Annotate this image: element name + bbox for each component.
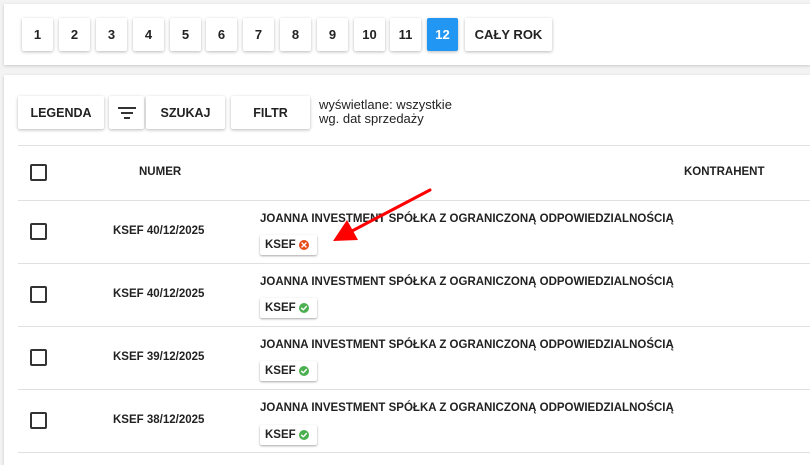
select-all-checkbox[interactable] [30, 164, 47, 181]
divider [18, 200, 810, 201]
check-icon [299, 366, 309, 376]
ksef-status-badge[interactable]: KSEF [260, 235, 317, 255]
invoice-number: KSEF 40/12/2025 [113, 288, 205, 300]
invoice-list-card: LEGENDA SZUKAJ FILTR wyświetlane: wszyst… [4, 75, 810, 465]
month-button-12[interactable]: 12 [427, 18, 458, 51]
full-year-button[interactable]: CAŁY ROK [465, 18, 552, 51]
month-button-11[interactable]: 11 [390, 18, 421, 51]
divider [18, 145, 810, 146]
month-selector-bar: 1 2 3 4 5 6 7 8 9 10 11 12 CAŁY ROK [4, 4, 810, 65]
row-checkbox[interactable] [30, 349, 47, 366]
month-button-4[interactable]: 4 [133, 18, 164, 51]
ksef-status-badge[interactable]: KSEF [260, 361, 317, 381]
badge-label: KSEF [265, 365, 296, 377]
ksef-status-badge[interactable]: KSEF [260, 425, 317, 445]
month-button-2[interactable]: 2 [59, 18, 90, 51]
divider [18, 452, 810, 453]
month-button-9[interactable]: 9 [317, 18, 348, 51]
divider [18, 326, 810, 327]
column-header-numer[interactable]: NUMER [139, 166, 181, 178]
counterparty-name: JOANNA INVESTMENT SPÓŁKA Z OGRANICZONĄ O… [260, 213, 674, 225]
counterparty-name: JOANNA INVESTMENT SPÓŁKA Z OGRANICZONĄ O… [260, 339, 674, 351]
month-button-6[interactable]: 6 [206, 18, 237, 51]
legend-button[interactable]: LEGENDA [18, 96, 104, 129]
month-button-5[interactable]: 5 [170, 18, 201, 51]
month-button-3[interactable]: 3 [96, 18, 127, 51]
filter-info: wyświetlane: wszystkie wg. dat sprzedaży [319, 98, 452, 126]
counterparty-name: JOANNA INVESTMENT SPÓŁKA Z OGRANICZONĄ O… [260, 276, 674, 288]
row-checkbox[interactable] [30, 412, 47, 429]
check-icon [299, 430, 309, 440]
month-button-1[interactable]: 1 [22, 18, 53, 51]
filter-info-date-basis: wg. dat sprzedaży [319, 111, 424, 126]
counterparty-name: JOANNA INVESTMENT SPÓŁKA Z OGRANICZONĄ O… [260, 402, 674, 414]
invoice-number: KSEF 39/12/2025 [113, 351, 205, 363]
badge-label: KSEF [265, 302, 296, 314]
invoice-number: KSEF 40/12/2025 [113, 225, 205, 237]
filter-list-icon [117, 106, 136, 119]
month-button-8[interactable]: 8 [280, 18, 311, 51]
divider [18, 263, 810, 264]
badge-label: KSEF [265, 429, 296, 441]
filter-info-scope: wyświetlane: wszystkie [319, 97, 452, 112]
month-button-7[interactable]: 7 [243, 18, 274, 51]
invoice-number: KSEF 38/12/2025 [113, 414, 205, 426]
ksef-status-badge[interactable]: KSEF [260, 298, 317, 318]
error-icon [299, 240, 309, 250]
filter-settings-button[interactable] [109, 96, 144, 129]
column-header-kontrahent[interactable]: KONTRAHENT [684, 166, 765, 178]
divider [18, 389, 810, 390]
row-checkbox[interactable] [30, 286, 47, 303]
check-icon [299, 303, 309, 313]
search-button[interactable]: SZUKAJ [146, 96, 225, 129]
row-checkbox[interactable] [30, 223, 47, 240]
badge-label: KSEF [265, 239, 296, 251]
month-button-10[interactable]: 10 [354, 18, 385, 51]
filter-button[interactable]: FILTR [231, 96, 310, 129]
